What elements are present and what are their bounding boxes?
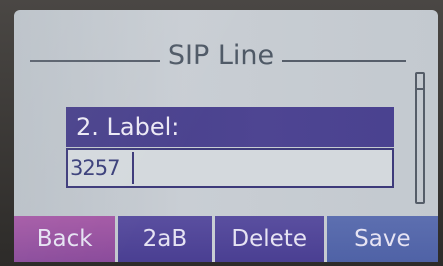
label-field-header: 2. Label: — [66, 107, 394, 147]
page-title: SIP Line — [167, 40, 275, 71]
back-button[interactable]: Back — [14, 216, 116, 262]
label-input-value[interactable]: 3257 — [70, 152, 134, 184]
title-rule-right — [282, 60, 406, 62]
scrollbar-thumb[interactable] — [417, 74, 423, 90]
input-mode-button[interactable]: 2aB — [118, 216, 212, 262]
save-button[interactable]: Save — [326, 216, 438, 262]
field-label: 2. Label: — [76, 113, 180, 141]
title-rule-left — [30, 60, 160, 62]
title-row: SIP Line — [14, 36, 422, 76]
scrollbar[interactable] — [415, 72, 425, 204]
delete-button[interactable]: Delete — [214, 216, 324, 262]
lcd-screen: SIP Line 2. Label: 3257 Back 2aB Delete … — [14, 10, 438, 262]
label-input[interactable]: 3257 — [66, 148, 394, 188]
softkey-bar: Back 2aB Delete Save — [14, 216, 438, 262]
